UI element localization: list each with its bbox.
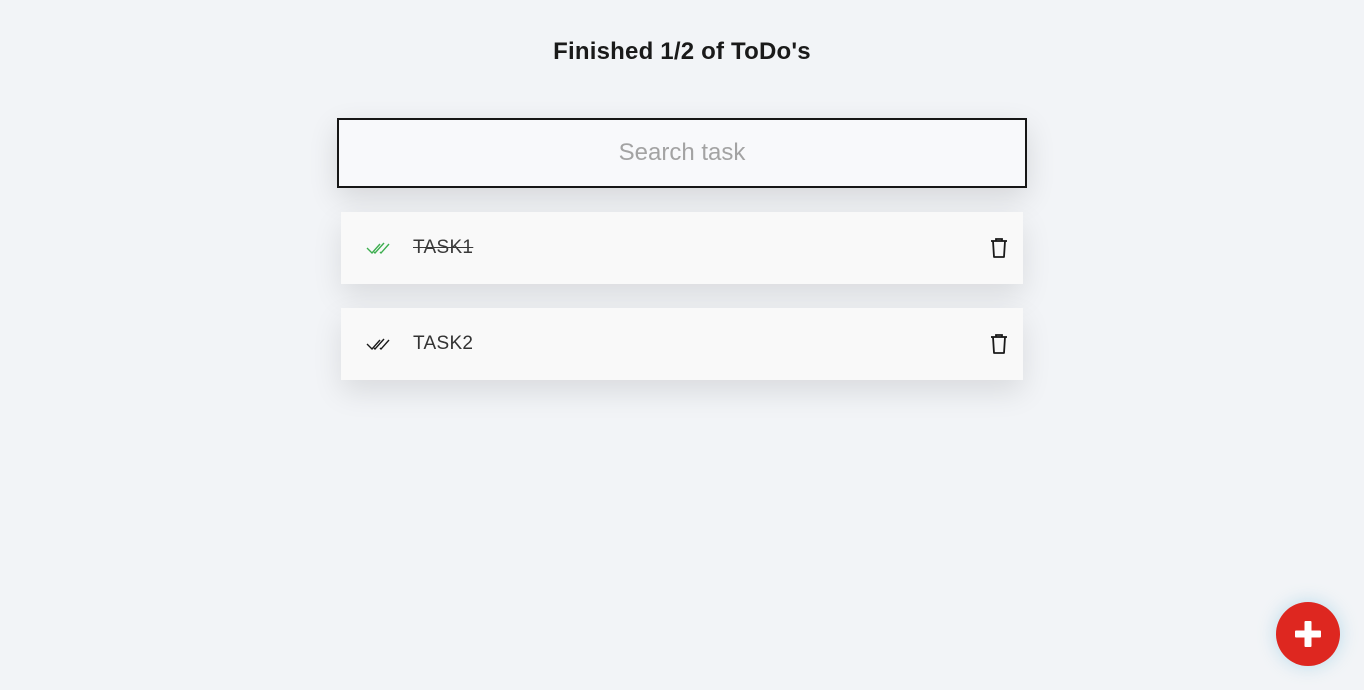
task-label: TASK2 bbox=[413, 333, 474, 354]
search-input[interactable] bbox=[339, 120, 1025, 186]
double-check-icon[interactable] bbox=[366, 240, 390, 256]
double-check-icon[interactable] bbox=[366, 336, 390, 352]
plus-icon bbox=[1295, 621, 1321, 647]
todo-app: Finished 1/2 of ToDo's TASK1 TASK bbox=[0, 0, 1364, 690]
page-title: Finished 1/2 of ToDo's bbox=[553, 38, 811, 65]
task-item: TASK1 bbox=[341, 212, 1023, 284]
trash-icon[interactable] bbox=[989, 237, 1009, 259]
task-label: TASK1 bbox=[413, 237, 474, 258]
task-list: TASK1 TASK2 bbox=[341, 212, 1023, 404]
task-item: TASK2 bbox=[341, 308, 1023, 380]
search-box bbox=[337, 118, 1027, 188]
trash-icon[interactable] bbox=[989, 333, 1009, 355]
add-task-button[interactable] bbox=[1276, 602, 1340, 666]
